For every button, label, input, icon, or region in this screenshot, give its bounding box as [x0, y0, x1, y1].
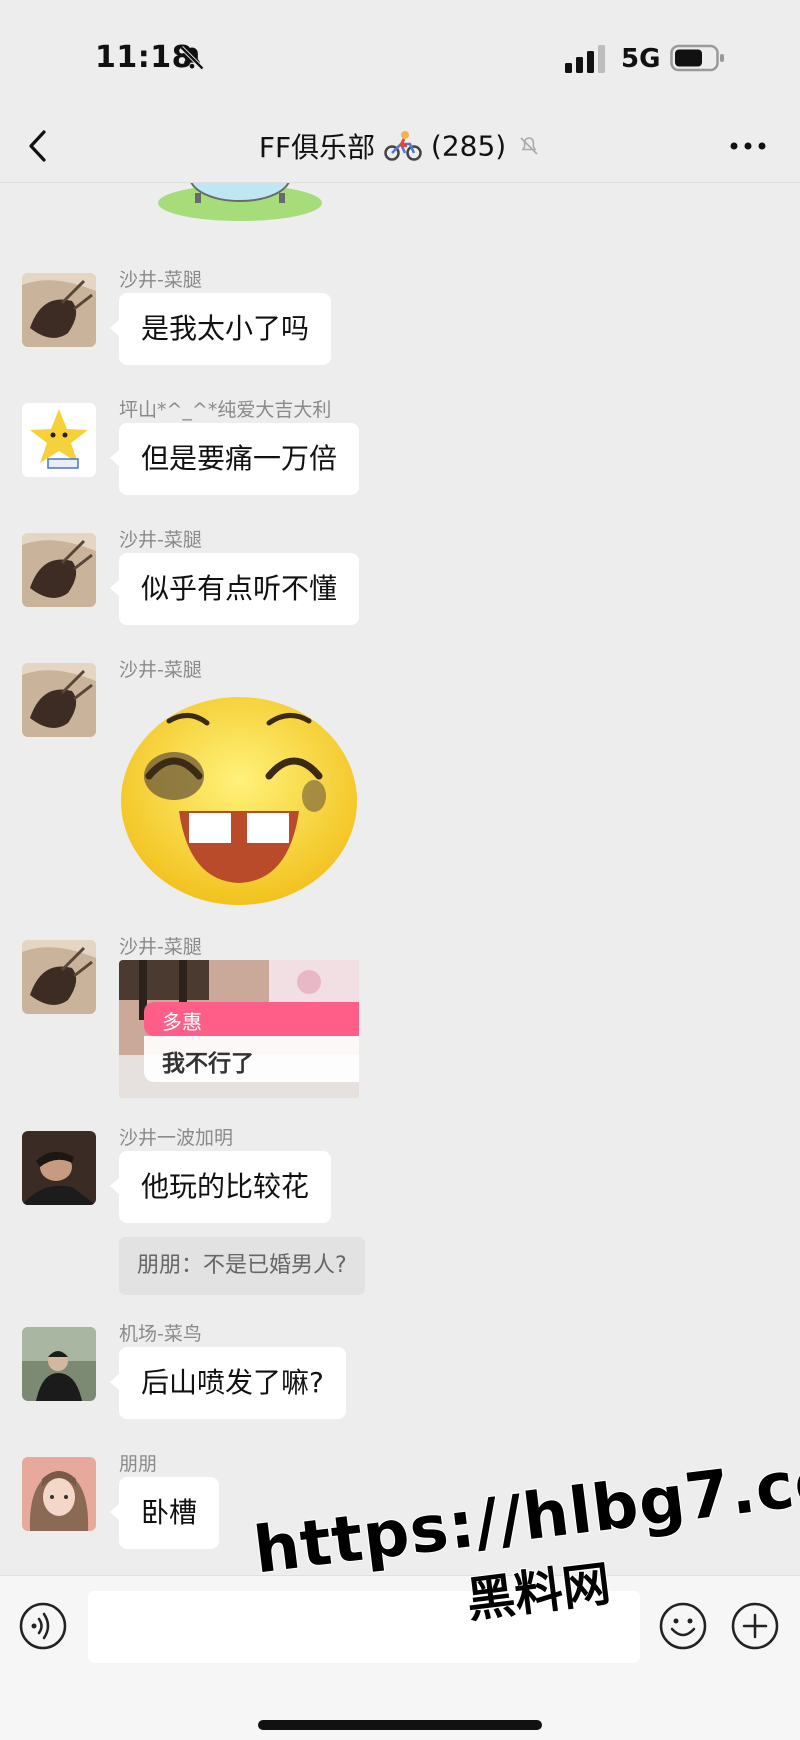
sender-name: 沙井-菜腿	[119, 529, 202, 551]
sender-name: 沙井-菜腿	[119, 269, 202, 291]
group-name: FF俱乐部	[258, 131, 376, 164]
bell-off-icon	[180, 46, 204, 70]
avatar[interactable]	[22, 533, 96, 607]
message-input[interactable]	[88, 1591, 640, 1663]
sender-name: 沙井-菜腿	[119, 659, 202, 681]
plus-icon[interactable]	[730, 1601, 780, 1651]
more-icon[interactable]	[728, 140, 768, 152]
battery-icon	[670, 44, 724, 72]
message-bubble[interactable]: 是我太小了吗	[109, 293, 332, 365]
member-count: (285)	[430, 129, 507, 163]
quoted-message[interactable]: 朋朋：不是已婚男人?	[119, 1237, 365, 1295]
voice-icon[interactable]	[18, 1601, 68, 1651]
message-bubble[interactable]: 后山喷发了嘛?	[110, 1347, 346, 1419]
sender-name: 沙井一波加明	[119, 1127, 234, 1149]
sender-name: 机场-菜鸟	[119, 1323, 202, 1345]
network-type: 5G	[621, 44, 661, 74]
avatar[interactable]	[22, 273, 96, 347]
message-list[interactable]: 沙井-菜腿 是我太小了吗 坪山*^_^*纯爱大吉大利 但是要痛一万倍 沙井-菜腿…	[0, 183, 800, 1575]
sender-name: 朋朋	[119, 1453, 158, 1475]
bicycle-emoji-icon	[384, 131, 422, 161]
input-bar	[0, 1575, 800, 1740]
message-bubble[interactable]: 他玩的比较花	[109, 1151, 332, 1223]
mute-icon	[520, 137, 538, 155]
avatar[interactable]	[22, 1457, 96, 1531]
chat-header: FF俱乐部 (285)	[0, 110, 800, 183]
status-bar: 11:18 5G	[0, 0, 800, 115]
avatar[interactable]	[22, 1327, 96, 1401]
message-bubble[interactable]: 似乎有点听不懂	[109, 553, 360, 625]
signal-icon	[565, 45, 605, 73]
emoji-sticker[interactable]	[119, 691, 359, 911]
image-caption-box: 我不行了	[144, 1036, 359, 1082]
chat-title: FF俱乐部 (285)	[0, 126, 800, 166]
sticker-image	[158, 183, 322, 221]
avatar[interactable]	[22, 1131, 96, 1205]
avatar[interactable]	[22, 940, 96, 1014]
message-bubble[interactable]: 但是要痛一万倍	[109, 423, 360, 495]
image-name-tag: 多惠	[144, 1002, 359, 1036]
sender-name: 沙井-菜腿	[119, 936, 202, 958]
home-indicator[interactable]	[258, 1720, 542, 1730]
message-bubble[interactable]: 卧槽	[109, 1477, 220, 1549]
avatar[interactable]	[22, 663, 96, 737]
sender-name: 坪山*^_^*纯爱大吉大利	[119, 399, 332, 421]
avatar[interactable]	[22, 403, 96, 477]
image-message[interactable]: 多惠 我不行了	[119, 960, 359, 1098]
emoji-icon[interactable]	[658, 1601, 708, 1651]
